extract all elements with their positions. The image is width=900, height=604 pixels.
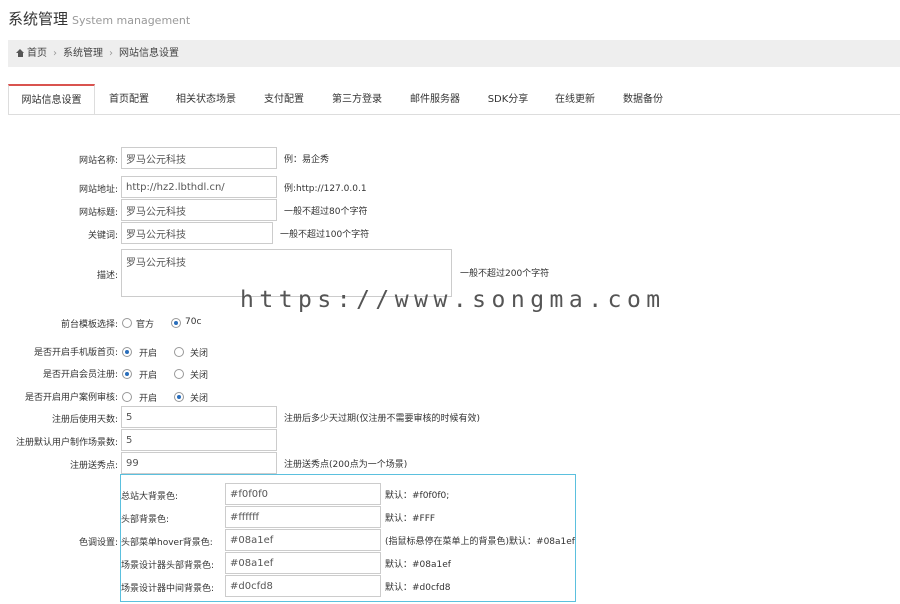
template-option-70c: 70c bbox=[185, 317, 202, 327]
tab-home-config[interactable]: 首页配置 bbox=[98, 84, 160, 114]
tab-third-party-login[interactable]: 第三方登录 bbox=[322, 84, 392, 114]
case-review-option-off: 关闭 bbox=[190, 394, 209, 404]
page-subtitle: System management bbox=[72, 14, 191, 27]
color-row-hint: 默认：#08a1ef bbox=[385, 560, 451, 570]
mobile-home-option-off: 关闭 bbox=[190, 349, 209, 359]
mobile-home-radio-on[interactable] bbox=[122, 347, 132, 357]
color-designer-middle-input[interactable] bbox=[225, 575, 381, 597]
site-url-input[interactable] bbox=[121, 176, 277, 198]
site-title-hint: 一般不超过80个字符 bbox=[284, 207, 368, 217]
template-radio-official[interactable] bbox=[122, 318, 132, 328]
color-row-hint: (指鼠标悬停在菜单上的背景色)默认：#08a1ef bbox=[385, 537, 575, 547]
color-row-label: 场景设计器头部背景色: bbox=[121, 561, 215, 571]
breadcrumb-home[interactable]: 首页 bbox=[27, 48, 47, 59]
tab-payment[interactable]: 支付配置 bbox=[254, 84, 314, 114]
color-row-hint: 默认：#f0f0f0; bbox=[385, 491, 450, 501]
color-row-label: 场景设计器中间背景色: bbox=[121, 584, 215, 594]
tab-sdk-share[interactable]: SDK分享 bbox=[478, 84, 538, 114]
default-scene-count-label: 注册默认用户制作场景数: bbox=[15, 438, 118, 448]
keywords-label: 关键词: bbox=[87, 231, 118, 241]
mobile-home-radio-off[interactable] bbox=[174, 347, 184, 357]
color-row-label: 总站大背景色: bbox=[121, 492, 179, 502]
keywords-input[interactable] bbox=[121, 222, 273, 244]
site-url-label: 网站地址: bbox=[78, 185, 118, 195]
settings-tabs: 网站信息设置 首页配置 相关状态场景 支付配置 第三方登录 邮件服务器 SDK分… bbox=[8, 84, 900, 115]
tab-mail-server[interactable]: 邮件服务器 bbox=[400, 84, 470, 114]
days-after-register-label: 注册后使用天数: bbox=[51, 415, 118, 425]
register-points-hint: 注册送秀点(200点为一个场景) bbox=[284, 460, 408, 470]
color-settings-label: 色调设置: bbox=[78, 538, 118, 548]
register-points-input[interactable] bbox=[121, 452, 277, 474]
page-title-text: 系统管理 bbox=[8, 10, 69, 28]
member-register-radio-on[interactable] bbox=[122, 369, 132, 379]
color-designer-header-input[interactable] bbox=[225, 552, 381, 574]
site-name-label: 网站名称: bbox=[78, 156, 118, 166]
site-title-label: 网站标题: bbox=[78, 208, 118, 218]
color-bg-input[interactable] bbox=[225, 483, 381, 505]
mobile-home-option-on: 开启 bbox=[139, 349, 158, 359]
breadcrumb-item-current: 网站信息设置 bbox=[119, 48, 179, 59]
member-register-label: 是否开启会员注册: bbox=[42, 370, 118, 380]
case-review-radio-on[interactable] bbox=[122, 392, 132, 402]
color-row-label: 头部菜单hover背景色: bbox=[121, 538, 213, 548]
template-option-official: 官方 bbox=[136, 320, 155, 330]
color-row-hint: 默认：#d0cfd8 bbox=[385, 583, 451, 593]
color-header-bg-input[interactable] bbox=[225, 506, 381, 528]
breadcrumb-item[interactable]: 系统管理 bbox=[63, 48, 103, 59]
default-scene-count-input[interactable] bbox=[121, 429, 277, 451]
tab-status-scene[interactable]: 相关状态场景 bbox=[166, 84, 246, 114]
color-row-hint: 默认：#FFF bbox=[385, 514, 436, 524]
tab-site-info[interactable]: 网站信息设置 bbox=[8, 84, 95, 114]
tab-data-backup[interactable]: 数据备份 bbox=[612, 84, 674, 114]
tab-online-update[interactable]: 在线更新 bbox=[544, 84, 606, 114]
page-title: 系统管理 System management bbox=[8, 8, 190, 29]
template-radio-70c[interactable] bbox=[171, 318, 181, 328]
days-after-register-hint: 注册后多少天过期(仅注册不需要审核的时候有效) bbox=[284, 414, 481, 424]
case-review-label: 是否开启用户案例审核: bbox=[24, 393, 118, 403]
site-name-input[interactable] bbox=[121, 147, 277, 169]
site-title-input[interactable] bbox=[121, 199, 277, 221]
chevron-right-icon: › bbox=[109, 48, 113, 59]
case-review-radio-off[interactable] bbox=[174, 392, 184, 402]
description-hint: 一般不超过200个字符 bbox=[460, 269, 550, 279]
mobile-home-label: 是否开启手机版首页: bbox=[33, 348, 118, 358]
days-after-register-input[interactable] bbox=[121, 406, 277, 428]
site-url-hint: 例:http://127.0.0.1 bbox=[284, 184, 367, 194]
watermark-text: https://www.songma.com bbox=[240, 287, 666, 313]
color-row-label: 头部背景色: bbox=[121, 515, 170, 525]
case-review-option-on: 开启 bbox=[139, 394, 158, 404]
chevron-right-icon: › bbox=[53, 48, 57, 59]
color-menu-hover-input[interactable] bbox=[225, 529, 381, 551]
keywords-hint: 一般不超过100个字符 bbox=[280, 230, 370, 240]
template-label: 前台模板选择: bbox=[60, 320, 118, 330]
register-points-label: 注册送秀点: bbox=[69, 461, 118, 471]
breadcrumb: 首页 › 系统管理 › 网站信息设置 bbox=[8, 40, 900, 67]
member-register-option-on: 开启 bbox=[139, 371, 158, 381]
home-icon bbox=[16, 49, 25, 57]
site-name-hint: 例：易企秀 bbox=[284, 155, 330, 165]
member-register-radio-off[interactable] bbox=[174, 369, 184, 379]
description-label: 描述: bbox=[96, 271, 118, 281]
member-register-option-off: 关闭 bbox=[190, 371, 209, 381]
